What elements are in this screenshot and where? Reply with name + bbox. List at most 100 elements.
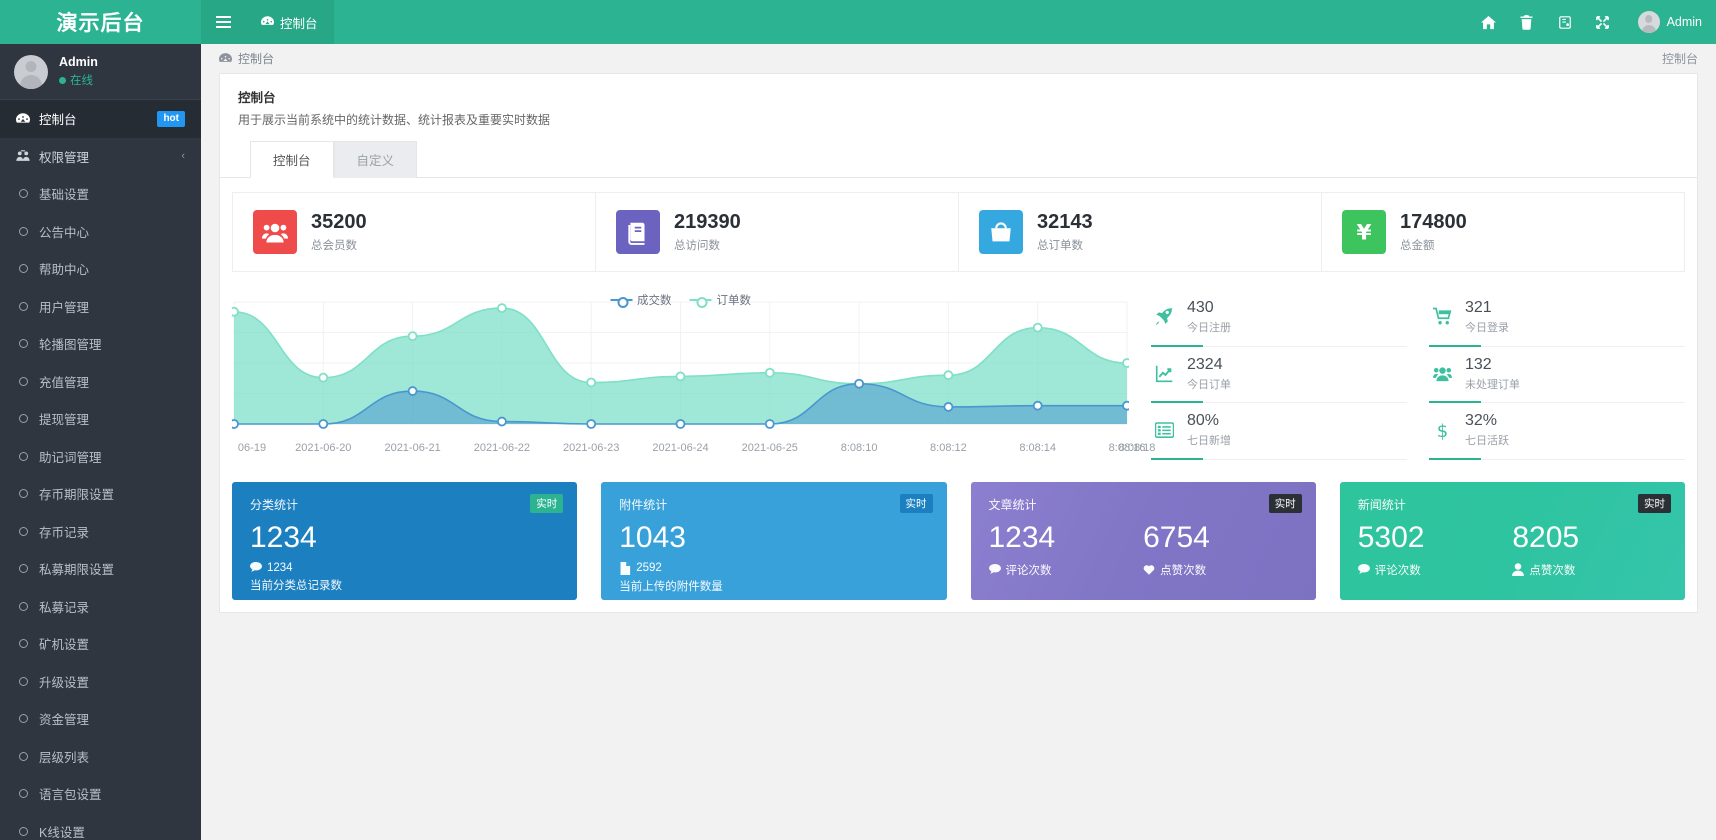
home-icon[interactable]: [1470, 0, 1508, 44]
legend-label: 订单数: [717, 292, 752, 308]
x-axis-label-3: 2021-06-22: [474, 442, 530, 454]
sidebar-item-2[interactable]: 基础设置: [0, 175, 201, 213]
sidebar-item-9[interactable]: 助记词管理: [0, 438, 201, 476]
dashboard-icon: [219, 52, 232, 66]
card-sub-label: 评论次数: [1006, 562, 1052, 578]
card-value: 8205: [1512, 522, 1667, 554]
legend-item-0[interactable]: 成交数: [610, 292, 672, 308]
sidebar-item-4[interactable]: 帮助中心: [0, 250, 201, 288]
panel-tabs: 控制台自定义: [250, 141, 1679, 178]
x-axis-label-9: 8:08:14: [1019, 442, 1056, 454]
kpi-label: 总订单数: [1037, 237, 1093, 253]
sidebar-item-14[interactable]: 矿机设置: [0, 625, 201, 663]
breadcrumb-right-label: 控制台: [1662, 50, 1698, 67]
trash-icon[interactable]: [1508, 0, 1546, 44]
card-sub-label: 点赞次数: [1529, 562, 1575, 578]
sidebar-item-13[interactable]: 私募记录: [0, 588, 201, 626]
avatar: [1638, 11, 1660, 33]
card-subvalue: 点赞次数: [1512, 562, 1667, 578]
sidebar-item-5[interactable]: 用户管理: [0, 288, 201, 326]
ring-icon: [16, 264, 30, 273]
ring-icon: [19, 789, 28, 798]
sidebar-item-label: 帮助中心: [39, 259, 185, 278]
sidebar-item-12[interactable]: 私募期限设置: [0, 550, 201, 588]
sidebar-item-label: 私募期限设置: [39, 559, 185, 578]
mini-stat-3: 321今日登录: [1429, 290, 1685, 347]
sidebar-item-16[interactable]: 资金管理: [0, 700, 201, 738]
ring-icon: [19, 827, 28, 836]
stat-card-3[interactable]: 新闻统计实时5302评论次数8205点赞次数: [1340, 482, 1685, 600]
ring-icon: [19, 489, 28, 498]
sidebar-item-18[interactable]: 语言包设置: [0, 775, 201, 813]
sidebar-item-label: 控制台: [39, 109, 148, 128]
kpi-label: 总访问数: [674, 237, 741, 253]
card-title: 文章统计: [989, 496, 1298, 513]
kpi-value: 32143: [1037, 211, 1093, 234]
tab-0[interactable]: 控制台: [250, 141, 334, 178]
sidebar-item-0[interactable]: 控制台hot: [0, 100, 201, 138]
user-status-label: 在线: [70, 72, 93, 88]
card-value: 5302: [1358, 522, 1513, 554]
menu-icon[interactable]: [201, 0, 245, 44]
trend-icon: [1151, 364, 1177, 383]
sidebar-item-19[interactable]: K线设置: [0, 813, 201, 840]
logo-bar[interactable]: 演示后台: [0, 0, 201, 44]
chart-x-axis-labels: 06-192021-06-202021-06-212021-06-222021-…: [232, 442, 1129, 460]
card-column: 8205 点赞次数: [1512, 522, 1667, 578]
sales-orders-area-chart[interactable]: 成交数 订单数: [232, 290, 1129, 442]
stat-card-0[interactable]: 分类统计实时12341234当前分类总记录数: [232, 482, 577, 600]
card-value: 6754: [1143, 522, 1298, 554]
sidebar-item-17[interactable]: 层级列表: [0, 738, 201, 776]
sidebar-item-11[interactable]: 存币记录: [0, 513, 201, 551]
card-subvalue: 点赞次数: [1143, 562, 1298, 578]
fullscreen-icon[interactable]: [1584, 0, 1622, 44]
chevron-left-icon[interactable]: ‹: [181, 150, 185, 162]
status-badge: 实时: [530, 494, 563, 513]
sidebar-nav: 控制台hot权限管理‹基础设置公告中心帮助中心用户管理轮播图管理充值管理提现管理…: [0, 100, 201, 840]
mini-stats-column-right: 321今日登录132未处理订单$32%七日活跃: [1429, 290, 1685, 460]
chart-column: 成交数 订单数 06-192021-06-202021-06-212021-06-…: [232, 290, 1129, 460]
ring-icon: [19, 564, 28, 573]
sidebar-item-label: 助记词管理: [39, 447, 185, 466]
mini-stat-label: 今日订单: [1187, 376, 1231, 392]
sidebar-item-10[interactable]: 存币期限设置: [0, 475, 201, 513]
ring-icon: [16, 339, 30, 348]
topbar-tab-0[interactable]: 控制台: [245, 0, 334, 44]
list-icon: [1151, 422, 1177, 438]
x-axis-label-6: 2021-06-25: [742, 442, 798, 454]
kpi-value: 219390: [674, 211, 741, 234]
sidebar-item-label: 矿机设置: [39, 634, 185, 653]
ring-icon: [16, 752, 30, 761]
ring-icon: [16, 377, 30, 386]
comment-icon: [1358, 564, 1370, 574]
sidebar-item-3[interactable]: 公告中心: [0, 213, 201, 251]
x-axis-label-1: 2021-06-20: [295, 442, 351, 454]
topbar-tab-strip: 控制台: [245, 0, 334, 44]
legend-item-1[interactable]: 订单数: [690, 292, 752, 308]
ring-icon: [19, 264, 28, 273]
card-value: 1234: [250, 522, 559, 554]
card-caption: 当前分类总记录数: [250, 577, 559, 593]
sidebar-item-label: 用户管理: [39, 297, 185, 316]
sidebar-item-7[interactable]: 充值管理: [0, 363, 201, 401]
mini-stat-value: 2324: [1187, 356, 1223, 373]
stat-card-1[interactable]: 附件统计实时10432592当前上传的附件数量: [601, 482, 946, 600]
sidebar-item-8[interactable]: 提现管理: [0, 400, 201, 438]
card-title: 分类统计: [250, 496, 559, 513]
ring-icon: [16, 489, 30, 498]
ring-icon: [19, 752, 28, 761]
stat-card-2[interactable]: 文章统计实时1234评论次数6754点赞次数: [971, 482, 1316, 600]
sidebar-user-box[interactable]: Admin 在线: [0, 44, 201, 100]
logo-text: 演示后台: [57, 7, 145, 37]
ring-icon: [19, 302, 28, 311]
topbar-tab-label: 控制台: [280, 13, 318, 32]
sidebar-item-1[interactable]: 权限管理‹: [0, 138, 201, 176]
ring-icon: [19, 189, 28, 198]
tab-1[interactable]: 自定义: [334, 141, 418, 178]
sidebar-item-6[interactable]: 轮播图管理: [0, 325, 201, 363]
topbar-user[interactable]: Admin: [1632, 0, 1716, 44]
theme-icon[interactable]: [1546, 0, 1584, 44]
ring-icon: [16, 527, 30, 536]
sidebar-item-label: 充值管理: [39, 372, 185, 391]
sidebar-item-15[interactable]: 升级设置: [0, 663, 201, 701]
